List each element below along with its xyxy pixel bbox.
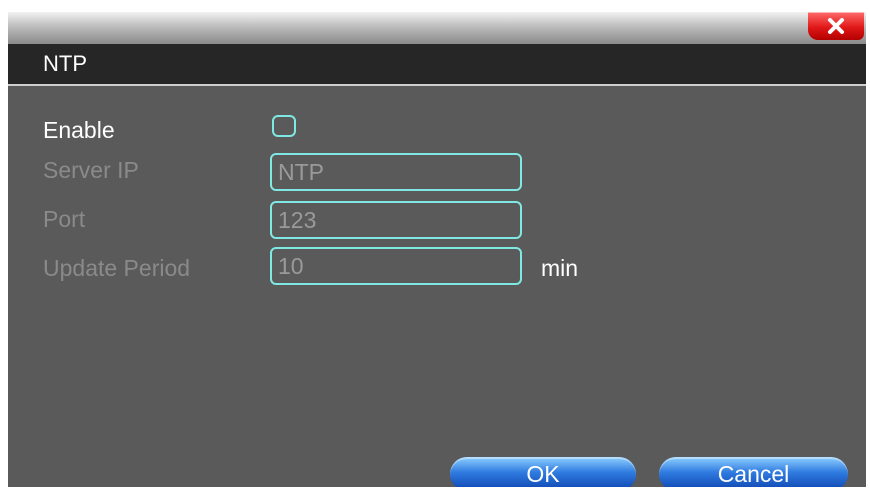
close-icon xyxy=(828,18,844,34)
update-period-unit: min xyxy=(541,255,579,281)
dialog-title: NTP xyxy=(43,51,87,76)
close-button[interactable] xyxy=(808,12,864,40)
window-top-strip xyxy=(8,12,866,44)
port-label: Port xyxy=(43,206,86,232)
ok-button[interactable]: OK xyxy=(450,457,636,487)
title-bar: NTP xyxy=(8,44,866,86)
server-ip-label: Server IP xyxy=(43,157,139,183)
port-input[interactable] xyxy=(270,201,522,239)
ntp-dialog: NTP Enable Server IP Port Update Period … xyxy=(8,12,866,487)
update-period-input[interactable] xyxy=(270,247,522,285)
update-period-label: Update Period xyxy=(43,255,191,281)
server-ip-input[interactable] xyxy=(270,153,522,191)
enable-checkbox[interactable] xyxy=(272,115,296,137)
enable-label: Enable xyxy=(43,117,115,143)
cancel-button[interactable]: Cancel xyxy=(659,457,848,487)
